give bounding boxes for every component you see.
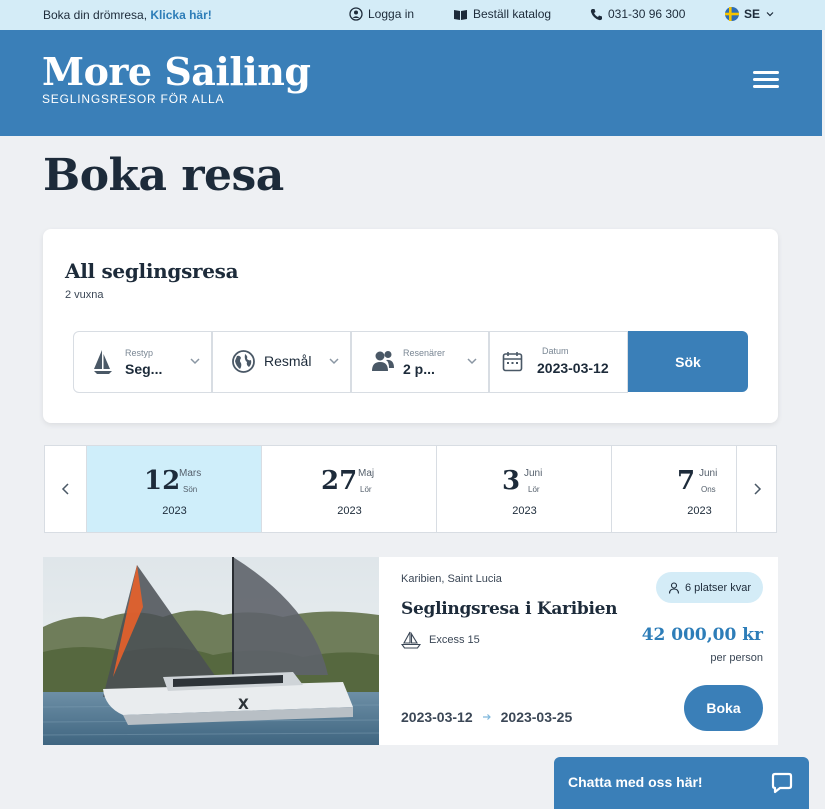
date-year: 2023 <box>512 505 537 517</box>
people-icon <box>372 351 394 371</box>
logo-tagline: SEGLINGSRESOR FÖR ALLA <box>42 92 225 106</box>
swedish-flag-icon <box>725 7 739 21</box>
person-icon <box>668 581 680 594</box>
chat-widget[interactable]: Chatta med oss här! <box>554 757 809 809</box>
logo-title: More Sailing <box>42 49 311 94</box>
date-option[interactable]: 3 Juni Lör 2023 <box>436 446 611 532</box>
date-day: 7 <box>677 466 696 496</box>
language-code: SE <box>744 7 761 21</box>
date-value: 2023-03-12 <box>537 360 609 376</box>
availability-badge: 6 platser kvar <box>656 572 763 603</box>
catalog-link[interactable]: Beställ katalog <box>453 7 551 21</box>
phone-link[interactable]: 031-30 96 300 <box>590 7 685 21</box>
sailboat-icon <box>94 350 112 374</box>
trip-photo[interactable]: X <box>43 557 379 745</box>
trip-type-select[interactable]: Restyp Seg... <box>73 331 212 393</box>
date-weekday: Lör <box>360 485 372 494</box>
trip-card[interactable]: X Karibien, Saint Lucia Seglingsresa i K… <box>43 557 778 745</box>
destination-select[interactable]: Resmål <box>212 331 351 393</box>
date-day: 3 <box>502 466 521 496</box>
search-card: All seglingsresa 2 vuxna Restyp Seg... R… <box>43 229 778 423</box>
search-subtitle: 2 vuxna <box>65 289 104 301</box>
site-header: More Sailing SEGLINGSRESOR FÖR ALLA <box>0 30 822 136</box>
date-day: 27 <box>321 466 358 496</box>
destination-value: Resmål <box>264 353 312 369</box>
catalog-label: Beställ katalog <box>473 7 552 21</box>
boat-icon <box>401 631 421 649</box>
date-label: Datum <box>542 346 569 356</box>
price-unit: per person <box>710 652 763 664</box>
chevron-down-icon <box>329 358 339 365</box>
chat-bubble-icon <box>771 772 793 794</box>
date-year: 2023 <box>337 505 362 517</box>
search-button[interactable]: Sök <box>628 331 748 392</box>
book-icon <box>454 9 467 20</box>
date-month: Mars <box>179 468 202 479</box>
calendar-icon <box>502 352 523 372</box>
phone-number: 031-30 96 300 <box>608 7 686 21</box>
trip-end-date: 2023-03-25 <box>500 709 573 725</box>
trip-title[interactable]: Seglingsresa i Karibien <box>401 599 618 619</box>
user-circle-icon <box>349 7 363 21</box>
arrow-right-icon <box>482 714 491 720</box>
date-weekday: Ons <box>701 485 716 494</box>
date-option[interactable]: 12 Mars Sön 2023 <box>86 446 261 532</box>
travelers-select[interactable]: Resenärer 2 p... <box>351 331 489 393</box>
trip-location: Karibien, Saint Lucia <box>401 573 502 585</box>
chat-label: Chatta med oss här! <box>568 774 703 790</box>
catamaran-photo: X <box>43 557 379 745</box>
trip-type-label: Restyp <box>125 348 154 358</box>
chevron-right-icon <box>754 483 762 495</box>
trip-price: 42 000,00 kr <box>641 625 763 645</box>
book-button[interactable]: Boka <box>684 685 763 731</box>
top-bar: Boka din drömresa, Klicka här! Logga in … <box>0 0 825 30</box>
language-selector[interactable]: SE <box>725 7 775 21</box>
prev-date-button[interactable] <box>45 446 86 532</box>
date-month: Juni <box>524 468 543 479</box>
chevron-left-icon <box>61 483 69 495</box>
login-label: Logga in <box>368 7 415 21</box>
date-picker[interactable]: Datum 2023-03-12 <box>489 331 628 393</box>
trip-dates: 2023-03-12 2023-03-25 <box>401 709 572 725</box>
travelers-label: Resenärer <box>403 348 446 358</box>
availability-text: 6 platser kvar <box>684 581 752 594</box>
page-title: Boka resa <box>43 150 284 201</box>
date-option[interactable]: 27 Maj Lör 2023 <box>261 446 436 532</box>
date-day: 12 <box>144 466 181 496</box>
date-year: 2023 <box>162 505 187 517</box>
boat-name: Excess 15 <box>429 634 480 646</box>
phone-icon <box>590 8 602 20</box>
menu-icon[interactable] <box>753 71 779 91</box>
svg-text:X: X <box>238 697 249 713</box>
search-title: All seglingsresa <box>65 259 239 283</box>
date-month: Juni <box>699 468 718 479</box>
date-weekday: Lör <box>528 485 540 494</box>
date-weekday: Sön <box>183 485 198 494</box>
trip-boat: Excess 15 <box>401 631 480 649</box>
globe-icon <box>232 350 255 373</box>
promo: Boka din drömresa, Klicka här! <box>43 8 212 22</box>
trip-type-value: Seg... <box>125 361 163 377</box>
date-carousel: 12 Mars Sön 2023 27 Maj Lör 2023 3 Juni … <box>44 445 777 533</box>
promo-link[interactable]: Klicka här! <box>150 8 211 22</box>
chevron-down-icon <box>190 358 200 365</box>
promo-text: Boka din drömresa, <box>43 8 151 22</box>
chevron-down-icon <box>766 12 774 17</box>
logo[interactable]: More Sailing SEGLINGSRESOR FÖR ALLA <box>42 49 311 107</box>
next-date-button[interactable] <box>736 446 776 532</box>
travelers-value: 2 p... <box>403 361 435 377</box>
chevron-down-icon <box>467 358 477 365</box>
login-link[interactable]: Logga in <box>349 7 414 21</box>
date-month: Maj <box>358 468 375 479</box>
trip-start-date: 2023-03-12 <box>401 709 473 725</box>
